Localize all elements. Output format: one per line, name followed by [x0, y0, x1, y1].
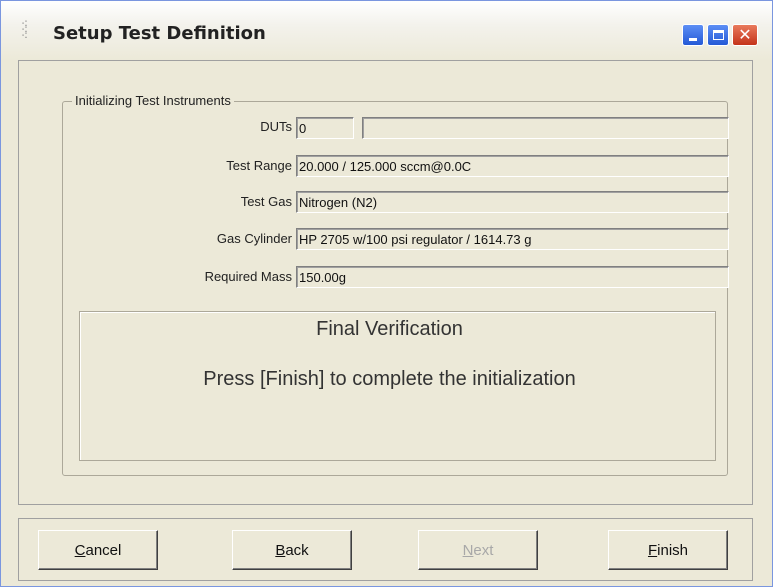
minimize-icon	[689, 37, 697, 41]
close-button[interactable]: ✕	[732, 24, 758, 46]
final-verification-title: Final Verification	[316, 318, 463, 340]
gas-cylinder-label: Gas Cylinder	[216, 231, 292, 246]
duts-value-field: 0	[296, 117, 354, 139]
test-gas-field: Nitrogen (N2)	[296, 191, 729, 213]
next-button-mnemonic: N	[462, 541, 474, 559]
title-bar[interactable]: ⁖ ⁖ ⁖ Setup Test Definition ✕	[1, 1, 772, 61]
app-icon[interactable]: ⁖ ⁖ ⁖	[21, 18, 35, 43]
cancel-button-label: ancel	[85, 541, 122, 559]
back-button-mnemonic: B	[275, 541, 286, 559]
finish-button-mnemonic: F	[647, 541, 658, 559]
back-button[interactable]: Back	[232, 530, 352, 570]
final-verification-message: Press [Finish] to complete the initializ…	[203, 368, 576, 390]
test-gas-label: Test Gas	[240, 194, 292, 209]
test-range-label: Test Range	[226, 158, 292, 173]
groupbox-legend: Initializing Test Instruments	[72, 93, 234, 108]
finish-button-label: inish	[657, 541, 689, 559]
required-mass-field: 150.00g	[296, 266, 729, 288]
duts-extra-field	[362, 117, 729, 139]
gas-cylinder-field: HP 2705 w/100 psi regulator / 1614.73 g	[296, 228, 729, 250]
next-button-label: ext	[473, 541, 494, 559]
window-title: Setup Test Definition	[53, 23, 266, 44]
back-button-label: ack	[285, 541, 309, 559]
required-mass-label: Required Mass	[204, 269, 292, 284]
duts-label: DUTs	[260, 119, 292, 134]
maximize-button[interactable]	[707, 24, 729, 46]
maximize-icon	[712, 30, 724, 40]
cancel-button[interactable]: Cancel	[38, 530, 158, 570]
test-range-field: 20.000 / 125.000 sccm@0.0C	[296, 155, 729, 177]
minimize-button[interactable]	[682, 24, 704, 46]
finish-button[interactable]: Finish	[608, 530, 728, 570]
next-button[interactable]: Next	[418, 530, 538, 570]
cancel-button-mnemonic: C	[74, 541, 86, 559]
close-icon: ✕	[738, 25, 752, 44]
